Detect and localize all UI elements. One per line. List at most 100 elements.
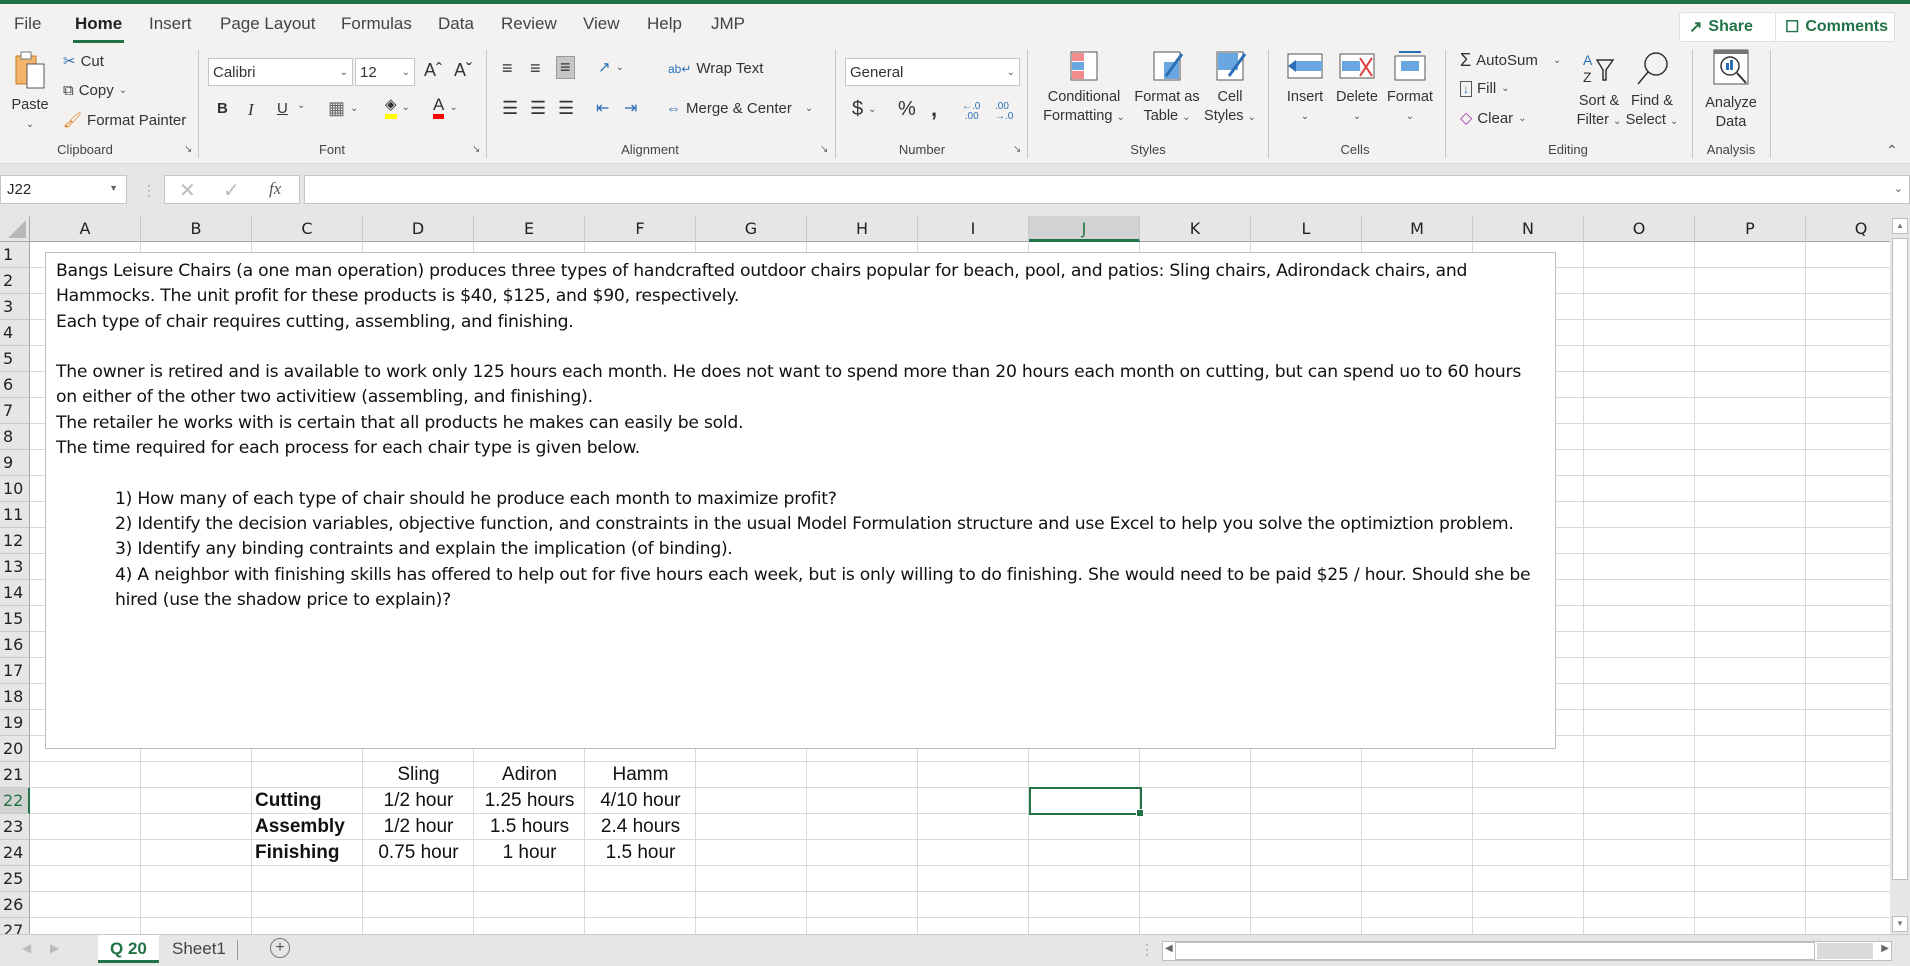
- wrap-text-button[interactable]: ab↵ Wrap Text: [668, 60, 763, 77]
- row-header-5[interactable]: 5: [0, 346, 30, 372]
- clipboard-launcher-icon[interactable]: ↘: [184, 144, 192, 155]
- column-header-h[interactable]: H: [807, 216, 918, 242]
- row-header-13[interactable]: 13: [0, 554, 30, 580]
- row-label-cutting[interactable]: Cutting: [255, 788, 363, 814]
- row-header-23[interactable]: 23: [0, 814, 30, 840]
- underline-dropdown[interactable]: ⌄: [297, 100, 305, 111]
- cut-button[interactable]: ✂ Cut: [63, 52, 104, 71]
- scroll-up-button[interactable]: ▲: [1892, 218, 1908, 234]
- sheet-tab-sheet1[interactable]: Sheet1: [160, 935, 238, 963]
- cancel-icon[interactable]: ✕: [179, 178, 196, 203]
- row-label-finishing[interactable]: Finishing: [255, 840, 363, 866]
- format-cells-button[interactable]: Format ⌄: [1383, 50, 1437, 126]
- row-header-1[interactable]: 1: [0, 242, 30, 268]
- horizontal-scroll-thumb[interactable]: [1175, 942, 1815, 960]
- row-header-10[interactable]: 10: [0, 476, 30, 502]
- share-button[interactable]: ↗ Share: [1679, 12, 1779, 42]
- cell-finishing-adiron[interactable]: 1 hour: [474, 840, 585, 866]
- comma-style-button[interactable]: ,: [931, 96, 937, 122]
- row-header-14[interactable]: 14: [0, 580, 30, 606]
- comments-button[interactable]: ☐ Comments: [1775, 12, 1895, 42]
- top-align-button[interactable]: ≡: [502, 58, 513, 79]
- row-header-15[interactable]: 15: [0, 606, 30, 632]
- merge-center-button[interactable]: ⇔ Merge & Center ⌄: [666, 100, 813, 117]
- cell-assembly-adiron[interactable]: 1.5 hours: [474, 814, 585, 840]
- row-header-18[interactable]: 18: [0, 684, 30, 710]
- decrease-indent-button[interactable]: ⇤: [596, 98, 609, 118]
- shrink-font-button[interactable]: Aˇ: [454, 60, 472, 81]
- borders-button[interactable]: ▦ ⌄: [328, 98, 358, 119]
- align-center-button[interactable]: ☰: [530, 98, 546, 119]
- format-painter-button[interactable]: 🖌 Format Painter: [63, 111, 186, 130]
- tab-data[interactable]: Data: [438, 14, 474, 34]
- number-format-dropdown[interactable]: General ⌄: [845, 58, 1020, 86]
- tab-formulas[interactable]: Formulas: [341, 14, 412, 34]
- grow-font-button[interactable]: Aˆ: [424, 60, 442, 81]
- horizontal-scrollbar[interactable]: ◀ ▶: [1162, 941, 1892, 961]
- cell-assembly-sling[interactable]: 1/2 hour: [363, 814, 474, 840]
- column-header-q[interactable]: Q: [1806, 216, 1890, 242]
- align-right-button[interactable]: ☰: [558, 98, 574, 119]
- decrease-decimal-button[interactable]: .00 →.0: [995, 102, 1013, 122]
- scroll-down-button[interactable]: ▼: [1892, 916, 1908, 932]
- column-header-p[interactable]: P: [1695, 216, 1806, 242]
- tab-insert[interactable]: Insert: [149, 14, 192, 34]
- column-header-l[interactable]: L: [1251, 216, 1362, 242]
- orientation-button[interactable]: ↗ ⌄: [598, 58, 624, 76]
- cell-styles-button[interactable]: Cell Styles ⌄: [1200, 50, 1260, 127]
- row-header-20[interactable]: 20: [0, 736, 30, 762]
- next-sheet-icon[interactable]: ▶: [50, 941, 59, 955]
- row-header-16[interactable]: 16: [0, 632, 30, 658]
- tab-page-layout[interactable]: Page Layout: [220, 14, 315, 34]
- fill-color-button[interactable]: ◈ ⌄: [385, 96, 410, 119]
- row-header-22[interactable]: 22: [0, 788, 30, 814]
- tab-file[interactable]: File: [14, 14, 41, 34]
- prev-sheet-icon[interactable]: ◀: [22, 941, 31, 955]
- row-header-24[interactable]: 24: [0, 840, 30, 866]
- row-header-4[interactable]: 4: [0, 320, 30, 346]
- row-header-12[interactable]: 12: [0, 528, 30, 554]
- column-header-k[interactable]: K: [1140, 216, 1251, 242]
- column-header-b[interactable]: B: [141, 216, 252, 242]
- delete-cells-button[interactable]: Delete ⌄: [1332, 50, 1382, 126]
- row-header-26[interactable]: 26: [0, 892, 30, 918]
- cell-finishing-hamm[interactable]: 1.5 hour: [585, 840, 696, 866]
- underline-button[interactable]: U: [277, 100, 288, 117]
- add-sheet-button[interactable]: +: [270, 938, 290, 958]
- italic-button[interactable]: I: [248, 100, 254, 120]
- selected-cell-j22[interactable]: [1029, 787, 1144, 817]
- row-header-19[interactable]: 19: [0, 710, 30, 736]
- column-header-i[interactable]: I: [918, 216, 1029, 242]
- clear-button[interactable]: ◇ Clear ⌄: [1460, 108, 1527, 128]
- column-header-m[interactable]: M: [1362, 216, 1473, 242]
- sort-filter-button[interactable]: AZ Sort & Filter ⌄: [1572, 50, 1626, 131]
- row-header-8[interactable]: 8: [0, 424, 30, 450]
- row-header-7[interactable]: 7: [0, 398, 30, 424]
- row-header-3[interactable]: 3: [0, 294, 30, 320]
- middle-align-button[interactable]: ≡: [530, 58, 541, 79]
- row-header-27[interactable]: 27: [0, 918, 30, 934]
- copy-button[interactable]: ⧉ Copy ⌄: [63, 82, 127, 99]
- select-all-button[interactable]: [0, 216, 30, 242]
- cell-cutting-sling[interactable]: 1/2 hour: [363, 788, 474, 814]
- format-as-table-button[interactable]: Format as Table ⌄: [1130, 50, 1204, 127]
- cell-assembly-hamm[interactable]: 2.4 hours: [585, 814, 696, 840]
- problem-text-box[interactable]: Bangs Leisure Chairs (a one man operatio…: [45, 252, 1556, 749]
- cell-cutting-hamm[interactable]: 4/10 hour: [585, 788, 696, 814]
- tab-view[interactable]: View: [583, 14, 620, 34]
- increase-decimal-button[interactable]: ←.0 .00: [962, 102, 980, 122]
- row-header-17[interactable]: 17: [0, 658, 30, 684]
- row-header-11[interactable]: 11: [0, 502, 30, 528]
- vertical-scrollbar[interactable]: ▲ ▼: [1890, 216, 1910, 934]
- font-launcher-icon[interactable]: ↘: [472, 144, 480, 155]
- bold-button[interactable]: B: [217, 100, 228, 117]
- find-select-button[interactable]: Find & Select ⌄: [1624, 50, 1680, 131]
- header-hamm[interactable]: Hamm: [585, 762, 696, 788]
- column-header-c[interactable]: C: [252, 216, 363, 242]
- fill-button[interactable]: ↓ Fill ⌄: [1460, 80, 1510, 97]
- currency-button[interactable]: $ ⌄: [852, 98, 877, 121]
- number-launcher-icon[interactable]: ↘: [1013, 144, 1021, 155]
- column-header-g[interactable]: G: [696, 216, 807, 242]
- sheet-tab-q20[interactable]: Q 20: [98, 935, 159, 963]
- name-box[interactable]: J22 ▼: [0, 175, 127, 204]
